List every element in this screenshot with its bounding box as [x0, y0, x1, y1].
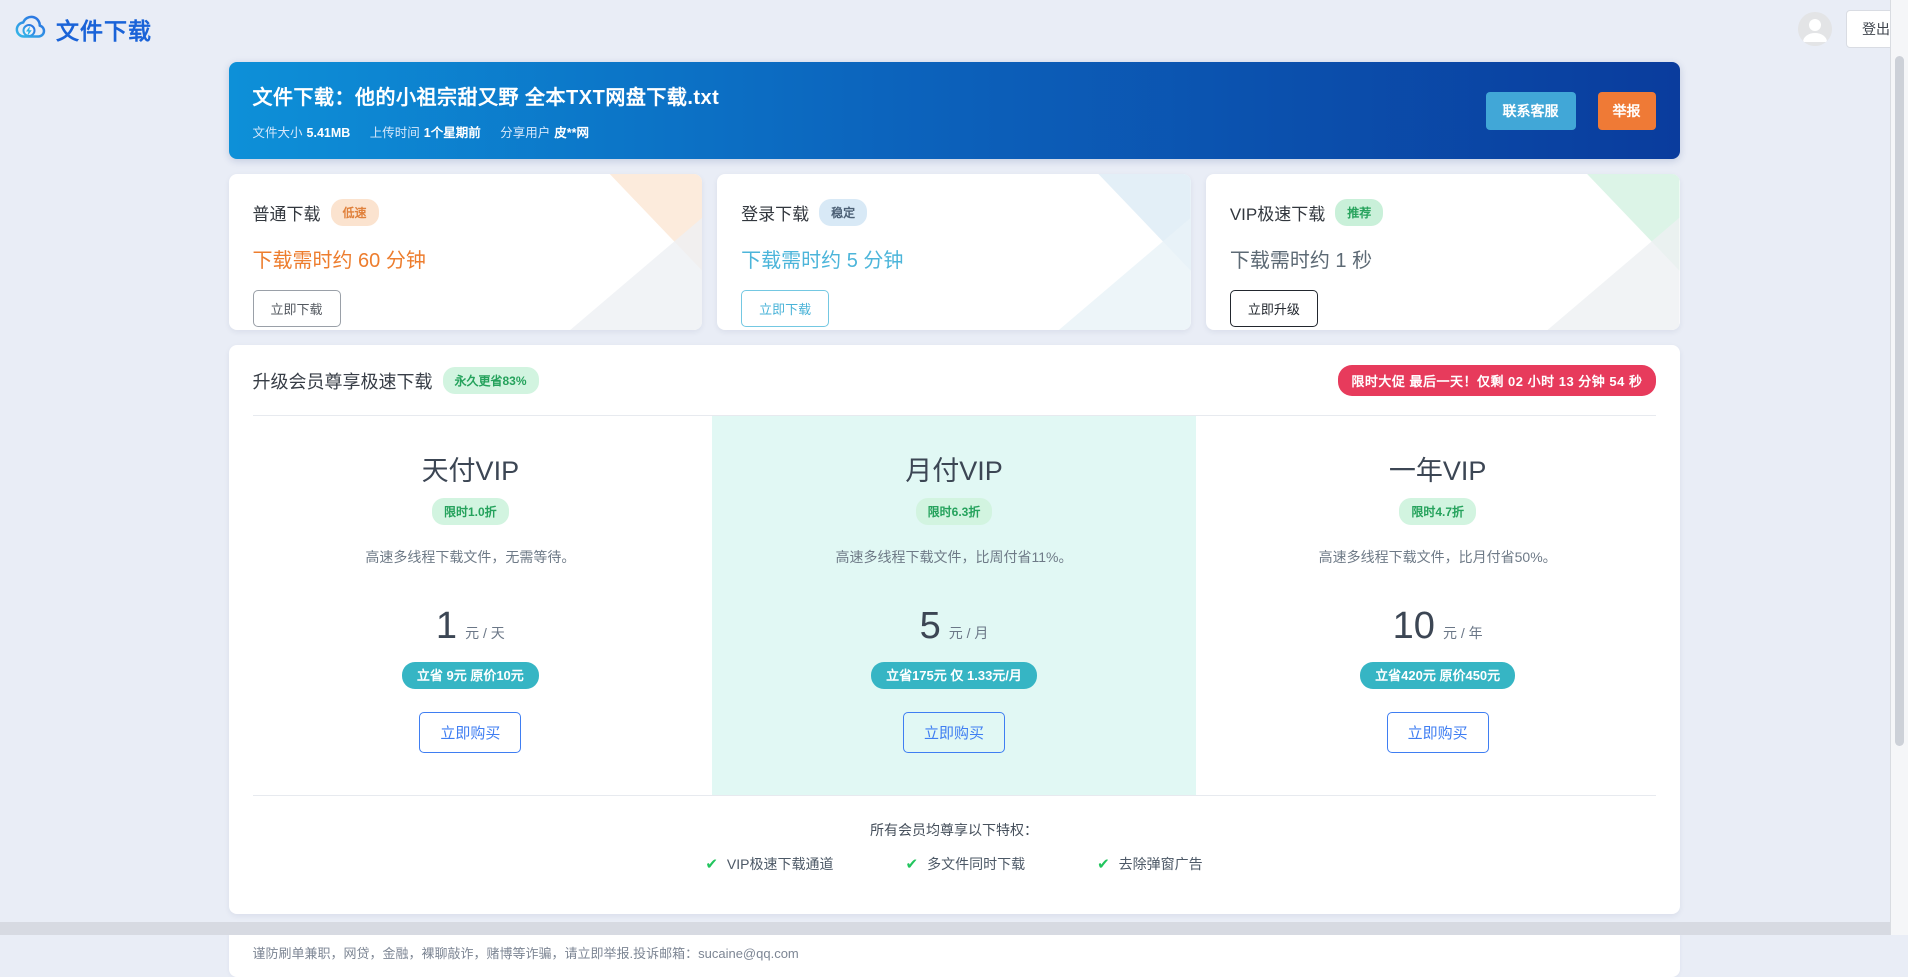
user-avatar[interactable] — [1798, 12, 1832, 46]
upgrade-now-button[interactable]: 立即升级 — [1229, 290, 1318, 327]
plan-name: 月付VIP — [905, 456, 1003, 486]
recommended-badge: 推荐 — [1335, 199, 1384, 226]
login-download-button[interactable]: 立即下载 — [741, 290, 830, 327]
normal-download-time: 下载需时约 60 分钟 — [252, 250, 426, 272]
discount-badge: 限时4.7折 — [1399, 498, 1476, 525]
app-logo[interactable]: 文件下载 — [14, 12, 152, 46]
discount-badge: 限时6.3折 — [915, 498, 993, 525]
file-size-label: 文件大小 — [252, 125, 303, 140]
perk-item: ✔ 去除弹窗广告 — [1097, 854, 1203, 874]
buy-yearly-vip-button[interactable]: 立即购买 — [1386, 712, 1489, 753]
check-icon: ✔ — [705, 856, 718, 873]
check-icon: ✔ — [905, 856, 919, 873]
perk-item: ✔ 多文件同时下载 — [906, 854, 1026, 874]
perk-label: 去除弹窗广告 — [1118, 856, 1203, 872]
daily-vip-plan: 天付VIP 限时1.0折 高速多线程下载文件，无需等待。 1 元 / 天 立省 9… — [229, 416, 713, 795]
login-download-title: 登录下载 — [741, 205, 810, 224]
vip-section-title: 升级会员尊享极速下载 — [252, 371, 433, 392]
vip-download-title: VIP极速下载 — [1229, 205, 1326, 224]
top-navigation-bar: 文件下载 登出 — [0, 0, 1908, 58]
anti-fraud-footer: 谨防刷单兼职，网贷，金融，裸聊敲诈，赌博等诈骗，请立即举报.投诉邮箱：sucai… — [228, 928, 1680, 977]
price-unit: 元 / 月 — [948, 625, 989, 641]
plan-price: 10 元 / 年 — [1220, 605, 1656, 648]
vip-upgrade-section: 升级会员尊享极速下载 永久更省83% 限时大促 最后一天！仅剩 02 小时 13… — [228, 345, 1680, 914]
vip-plans-row: 天付VIP 限时1.0折 高速多线程下载文件，无需等待。 1 元 / 天 立省 9… — [229, 416, 1680, 795]
file-info-banner: 文件下载：他的小祖宗甜又野 全本TXT网盘下载.txt 文件大小 5.41MB 上… — [228, 62, 1680, 159]
buy-monthly-vip-button[interactable]: 立即购买 — [902, 712, 1005, 753]
footer-warning-text: 谨防刷单兼职，网贷，金融，裸聊敲诈，赌博等诈骗，请立即举报.投诉邮箱：sucai… — [252, 946, 799, 961]
normal-download-title: 普通下载 — [252, 205, 321, 224]
yearly-vip-plan: 一年VIP 限时4.7折 高速多线程下载文件，比月付省50%。 10 元 / 年 … — [1196, 416, 1680, 795]
login-download-card: 登录下载 稳定 下载需时约 5 分钟 立即下载 — [717, 174, 1191, 330]
buy-daily-vip-button[interactable]: 立即购买 — [419, 712, 522, 753]
upload-time-value: 1个星期前 — [423, 125, 481, 140]
plan-price: 5 元 / 月 — [736, 605, 1172, 648]
perks-title: 所有会员均尊享以下特权： — [870, 822, 1038, 838]
page-bottom-strip — [0, 922, 1908, 935]
monthly-vip-plan: 月付VIP 限时6.3折 高速多线程下载文件，比周付省11%。 5 元 / 月 立… — [712, 416, 1196, 795]
savings-pill: 立省175元 仅 1.33元/月 — [871, 662, 1037, 689]
discount-badge: 限时1.0折 — [431, 498, 509, 525]
permanent-save-badge: 永久更省83% — [442, 367, 539, 394]
perk-item: ✔ VIP极速下载通道 — [705, 854, 833, 874]
normal-download-card: 普通下载 低速 下载需时约 60 分钟 立即下载 — [228, 174, 703, 330]
file-size-value: 5.41MB — [306, 125, 351, 140]
plan-description: 高速多线程下载文件，比周付省11%。 — [835, 549, 1073, 565]
price-number: 10 — [1392, 605, 1435, 647]
savings-pill: 立省420元 原价450元 — [1360, 662, 1516, 689]
price-number: 1 — [435, 605, 458, 647]
countdown-badge: 限时大促 最后一天！仅剩 02 小时 13 分钟 54 秒 — [1338, 365, 1656, 396]
plan-name: 天付VIP — [421, 456, 520, 486]
plan-description: 高速多线程下载文件，比月付省50%。 — [1318, 549, 1557, 565]
share-user-label: 分享用户 — [500, 125, 551, 140]
stable-badge: 稳定 — [819, 199, 868, 226]
normal-download-button[interactable]: 立即下载 — [252, 290, 341, 327]
plan-name: 一年VIP — [1388, 456, 1487, 486]
perk-label: VIP极速下载通道 — [726, 856, 834, 872]
report-button[interactable]: 举报 — [1597, 91, 1656, 130]
scrollbar-thumb[interactable] — [1895, 56, 1904, 746]
file-meta: 文件大小 5.41MB 上传时间 1个星期前 分享用户 皮**网 — [253, 122, 720, 141]
price-unit: 元 / 年 — [1442, 625, 1483, 641]
file-title: 文件下载：他的小祖宗甜又野 全本TXT网盘下载.txt — [252, 86, 720, 109]
perk-label: 多文件同时下载 — [927, 856, 1026, 872]
login-download-time: 下载需时约 5 分钟 — [741, 250, 904, 272]
price-unit: 元 / 天 — [465, 625, 505, 641]
member-perks: 所有会员均尊享以下特权： ✔ VIP极速下载通道 ✔ 多文件同时下载 ✔ 去除弹窗广告 — [229, 796, 1680, 914]
upload-time-label: 上传时间 — [369, 125, 420, 140]
slow-speed-badge: 低速 — [330, 199, 379, 226]
download-options-row: 普通下载 低速 下载需时约 60 分钟 立即下载 登录下载 稳定 下载需时约 5… — [228, 174, 1680, 330]
share-user-value: 皮**网 — [554, 125, 589, 140]
check-icon: ✔ — [1097, 856, 1110, 873]
vip-download-card: VIP极速下载 推荐 下载需时约 1 秒 立即升级 — [1205, 174, 1680, 330]
app-title: 文件下载 — [56, 18, 152, 44]
plan-price: 1 元 / 天 — [253, 605, 689, 648]
cloud-lightning-logo-icon — [14, 13, 48, 46]
contact-support-button[interactable]: 联系客服 — [1485, 91, 1576, 130]
plan-description: 高速多线程下载文件，无需等待。 — [365, 549, 576, 565]
vip-download-time: 下载需时约 1 秒 — [1229, 250, 1373, 272]
savings-pill: 立省 9元 原价10元 — [401, 662, 539, 689]
vertical-scrollbar[interactable] — [1890, 0, 1908, 935]
price-number: 5 — [919, 605, 941, 647]
